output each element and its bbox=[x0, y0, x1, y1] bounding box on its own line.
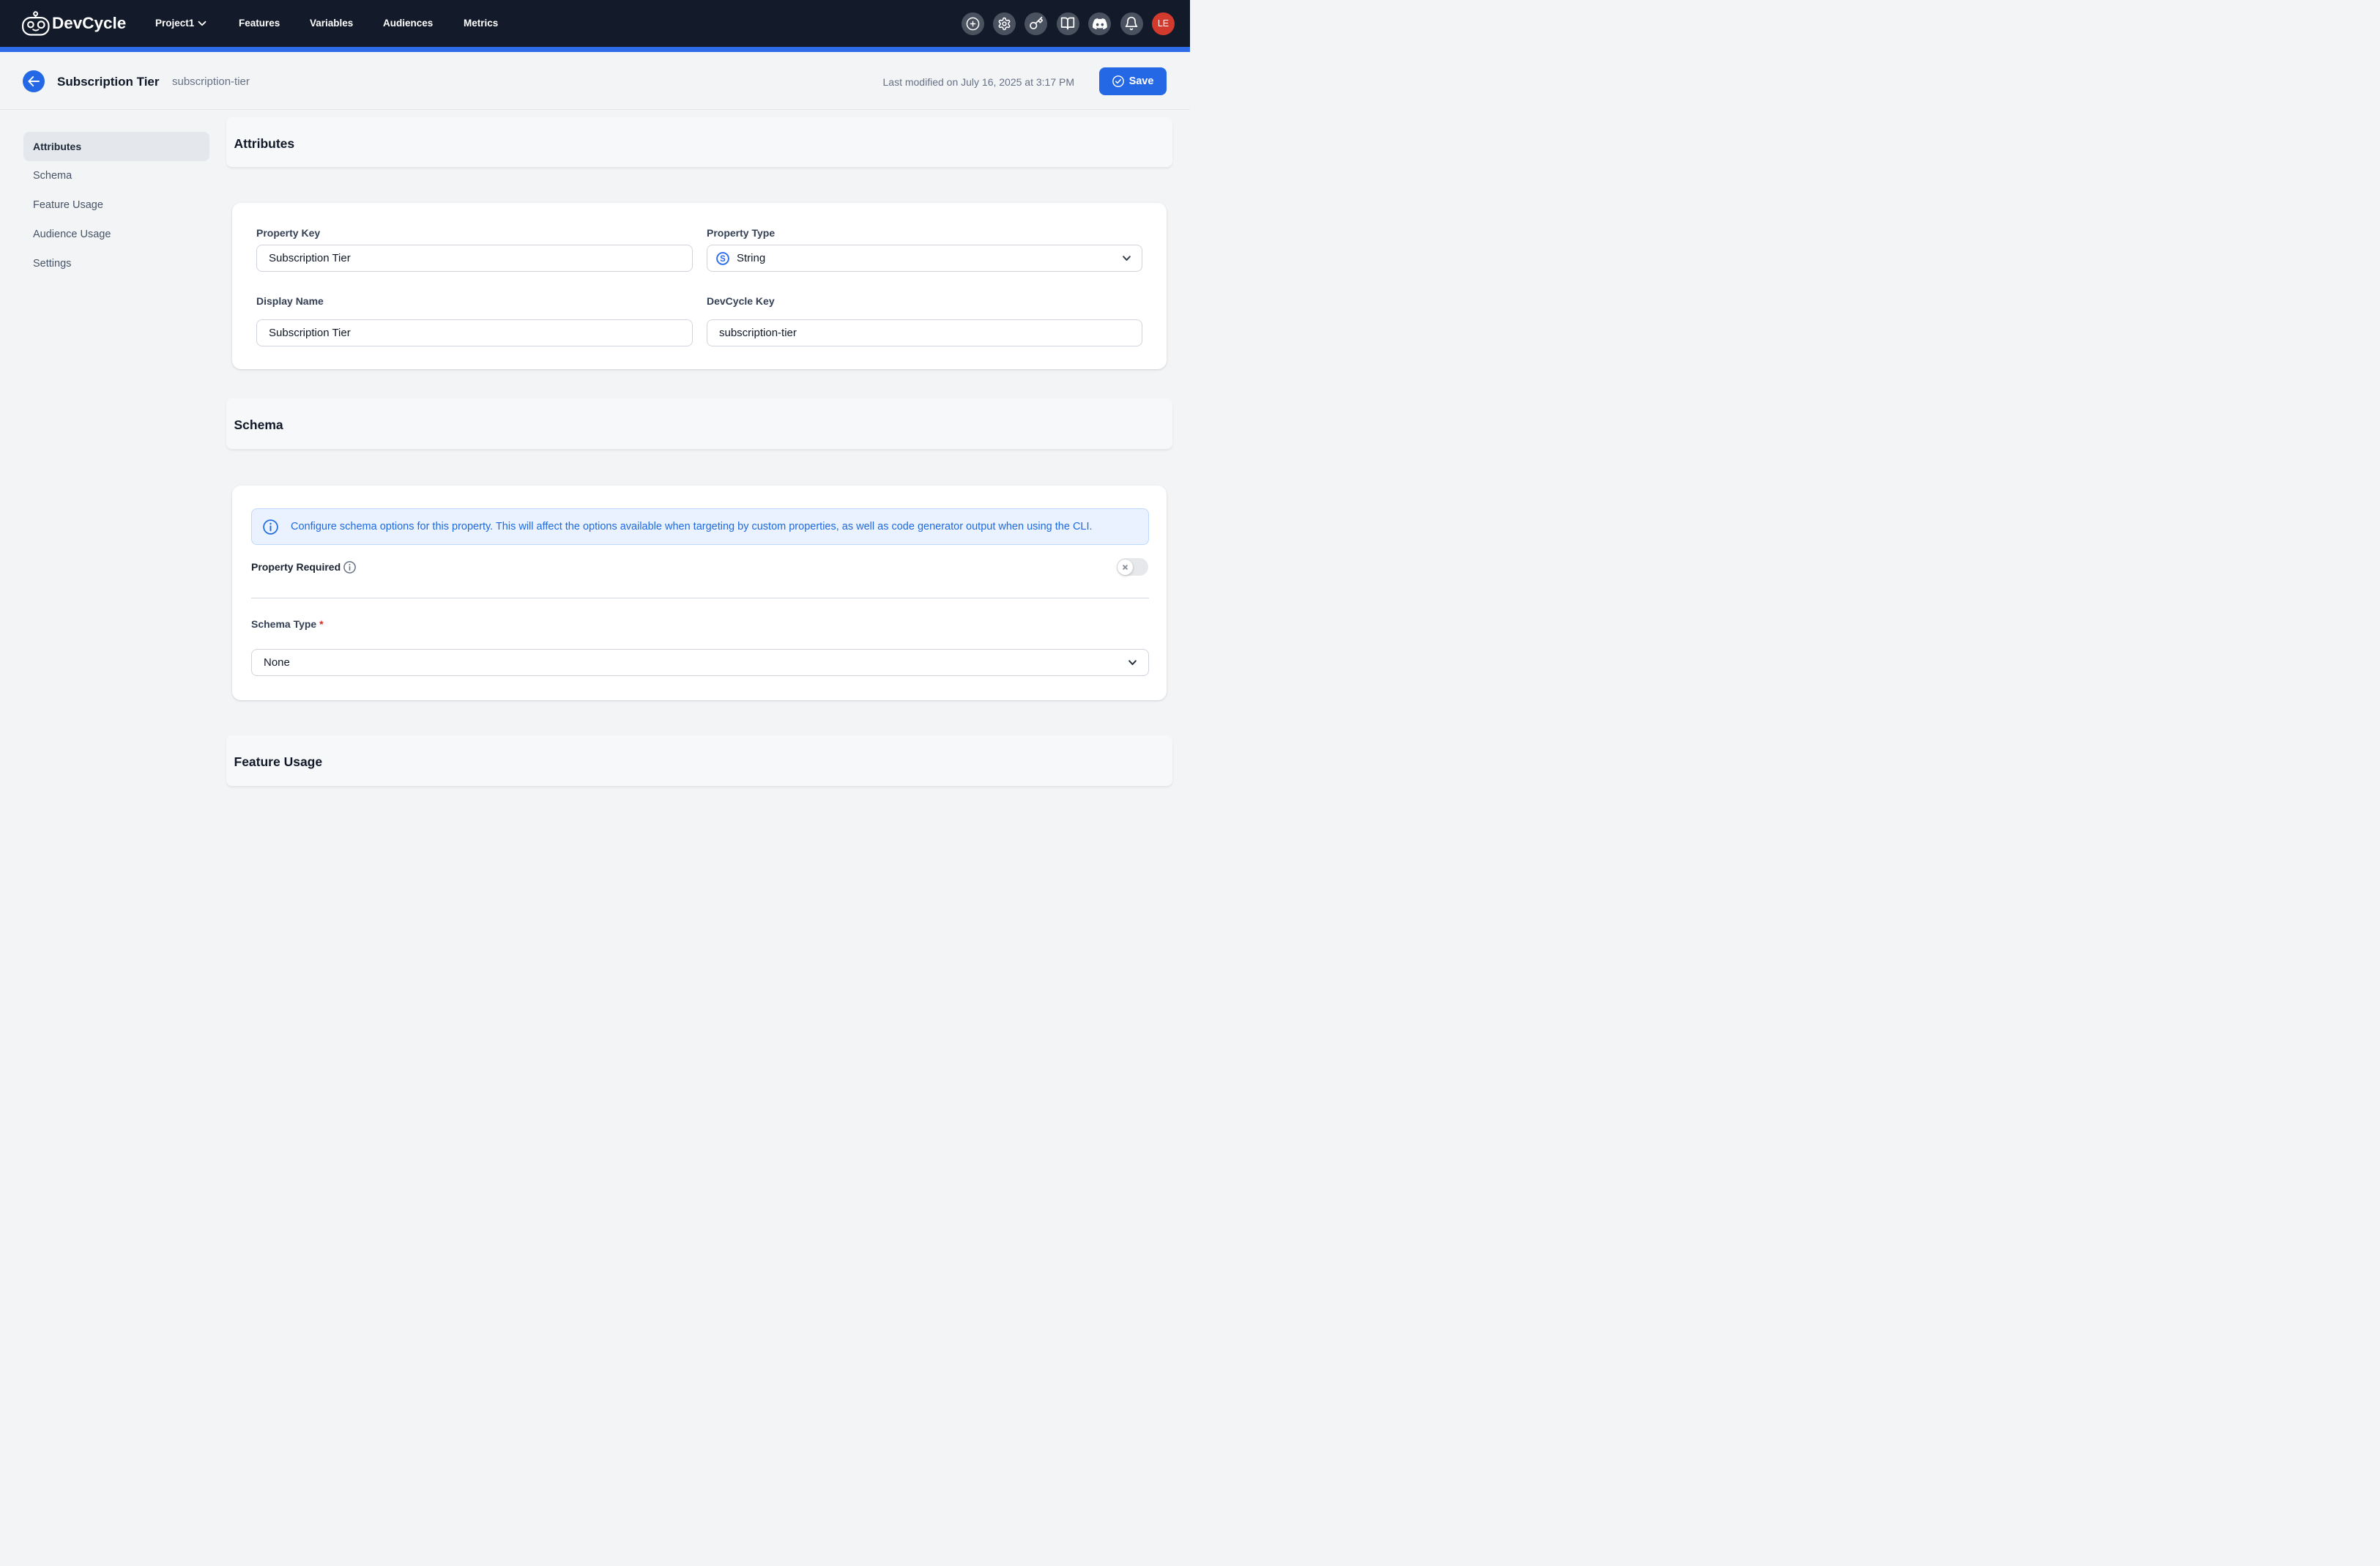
svg-text:S: S bbox=[720, 255, 726, 264]
